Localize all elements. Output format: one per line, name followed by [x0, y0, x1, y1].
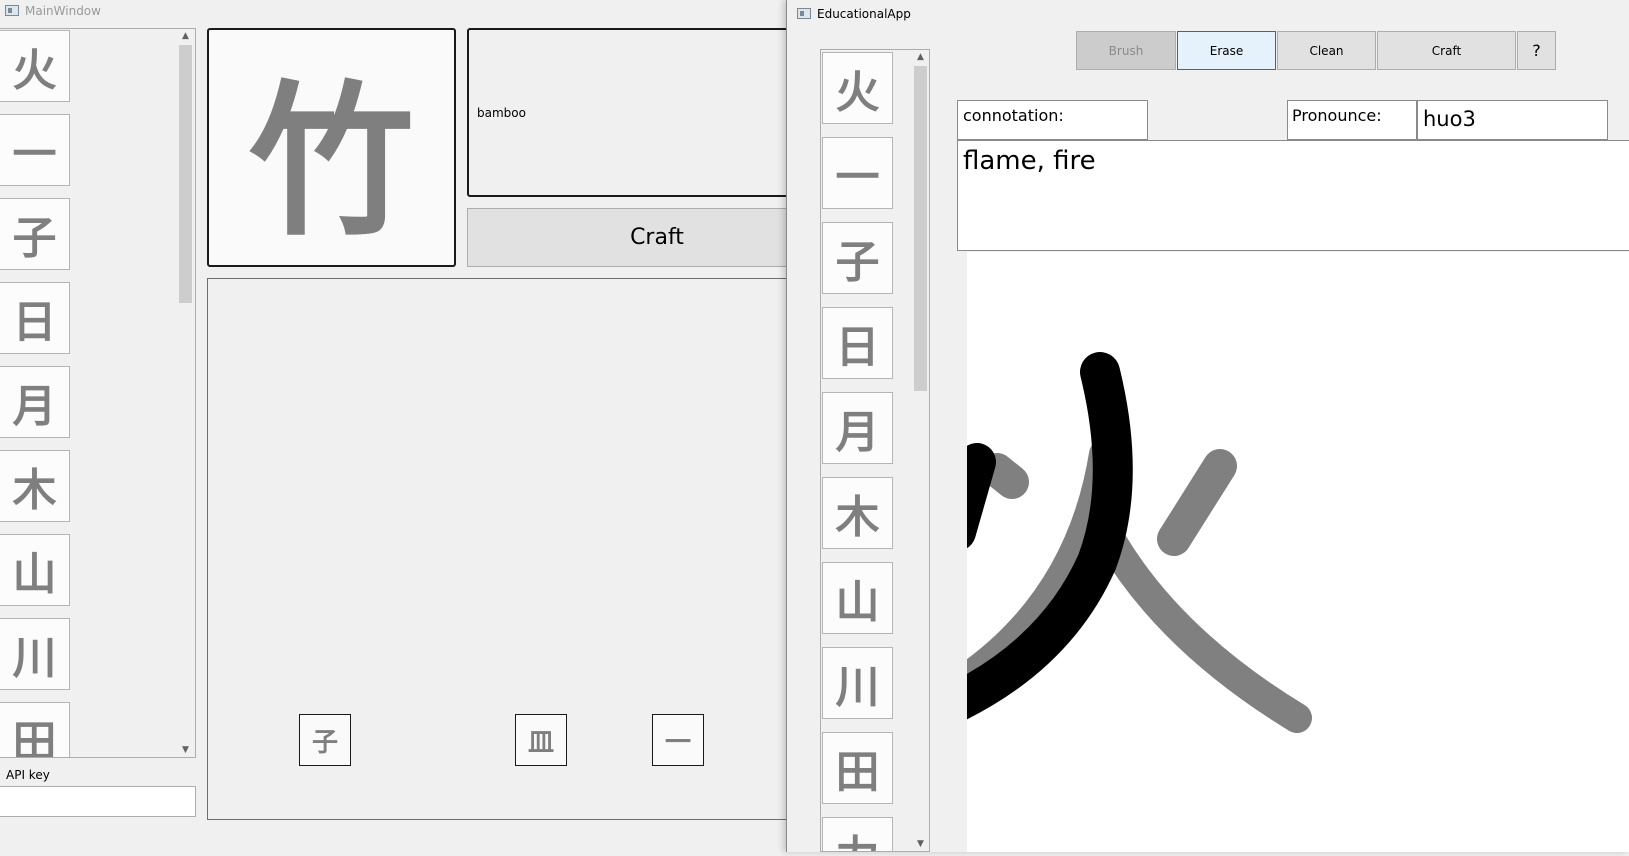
educational-app-window: EducationalApp Brush Erase Clean Craft ?…: [786, 0, 1629, 852]
scroll-down-icon[interactable]: ▼: [912, 837, 929, 851]
char-tile-power[interactable]: 力: [822, 817, 893, 851]
pronounce-label: Pronounce:: [1292, 106, 1382, 125]
char-tile-river[interactable]: 川: [822, 647, 893, 719]
connotation-value: flame, fire: [963, 146, 1096, 176]
canvas-piece-dish[interactable]: 皿: [515, 714, 567, 766]
canvas-piece-child[interactable]: 子: [299, 714, 351, 766]
drawn-stroke-left-dot: [938, 443, 996, 551]
pronounce-field[interactable]: huo3: [1417, 100, 1608, 140]
char-tile-river[interactable]: 川: [0, 618, 70, 690]
erase-button[interactable]: Erase: [1177, 31, 1276, 70]
window-icon: [5, 5, 19, 16]
craft-canvas[interactable]: 子 皿 一: [207, 278, 797, 820]
character-list[interactable]: 火 一 子 日 月 木 山 川 田 力 ▲ ▼: [820, 49, 930, 852]
selected-character: 竹: [249, 66, 414, 258]
char-tile-moon[interactable]: 月: [822, 392, 893, 464]
drawing-canvas[interactable]: [912, 252, 1629, 852]
char-tile-sun[interactable]: 日: [822, 307, 893, 379]
api-key-label: API key: [6, 768, 50, 782]
scroll-up-icon[interactable]: ▲: [912, 50, 929, 64]
char-tile-tree[interactable]: 木: [0, 450, 70, 522]
char-tile-field[interactable]: 田: [0, 702, 70, 757]
clean-button[interactable]: Clean: [1277, 31, 1376, 70]
brush-button[interactable]: Brush: [1076, 31, 1176, 70]
connotation-field[interactable]: flame, fire: [957, 140, 1629, 251]
char-tile-sun[interactable]: 日: [0, 282, 70, 354]
char-tile-fire[interactable]: 火: [0, 30, 70, 102]
char-tile-child[interactable]: 子: [822, 222, 893, 294]
char-tile-tree[interactable]: 木: [822, 477, 893, 549]
canvas-piece-one[interactable]: 一: [652, 714, 704, 766]
connotation-label-box: connotation:: [957, 100, 1148, 140]
drawing-svg: [912, 352, 1312, 733]
char-tile-moon[interactable]: 月: [0, 366, 70, 438]
help-button[interactable]: ?: [1517, 31, 1556, 70]
character-list[interactable]: 火 一 子 日 月 木 山 川 田 ▲ ▼: [0, 28, 196, 758]
guide-stroke-right-sweep: [1097, 527, 1312, 733]
api-key-input[interactable]: [0, 786, 196, 817]
selected-character-box: 竹: [207, 28, 456, 267]
character-list-scrollbar[interactable]: ▲ ▼: [912, 50, 929, 851]
craft-button[interactable]: Craft: [467, 208, 797, 267]
guide-stroke-right-dot: [1157, 449, 1237, 556]
char-tile-mountain[interactable]: 山: [822, 562, 893, 634]
scroll-up-icon[interactable]: ▲: [177, 29, 194, 43]
scroll-down-icon[interactable]: ▼: [177, 743, 194, 757]
char-tile-child[interactable]: 子: [0, 198, 70, 270]
meaning-box: bamboo: [467, 28, 797, 197]
char-tile-fire[interactable]: 火: [822, 52, 893, 124]
meaning-text: bamboo: [477, 106, 526, 120]
window-title: EducationalApp: [817, 7, 911, 21]
char-tile-one[interactable]: 一: [0, 114, 70, 186]
craft-button[interactable]: Craft: [1377, 31, 1516, 70]
char-tile-mountain[interactable]: 山: [0, 534, 70, 606]
window-icon: [797, 8, 811, 19]
char-tile-field[interactable]: 田: [822, 732, 893, 804]
main-window: MainWindow 火 一 子 日 月 木 山 川 田 ▲ ▼ API key…: [0, 0, 797, 852]
character-list-scrollbar[interactable]: ▲ ▼: [177, 29, 194, 757]
scrollbar-thumb[interactable]: [914, 66, 927, 391]
pronounce-label-box: Pronounce:: [1287, 100, 1417, 140]
window-title: MainWindow: [25, 4, 101, 18]
pronounce-value: huo3: [1423, 107, 1476, 131]
guide-stroke-left-dot: [980, 453, 1029, 499]
char-tile-one[interactable]: 一: [822, 137, 893, 209]
scrollbar-thumb[interactable]: [179, 45, 192, 303]
connotation-label: connotation:: [963, 106, 1064, 125]
